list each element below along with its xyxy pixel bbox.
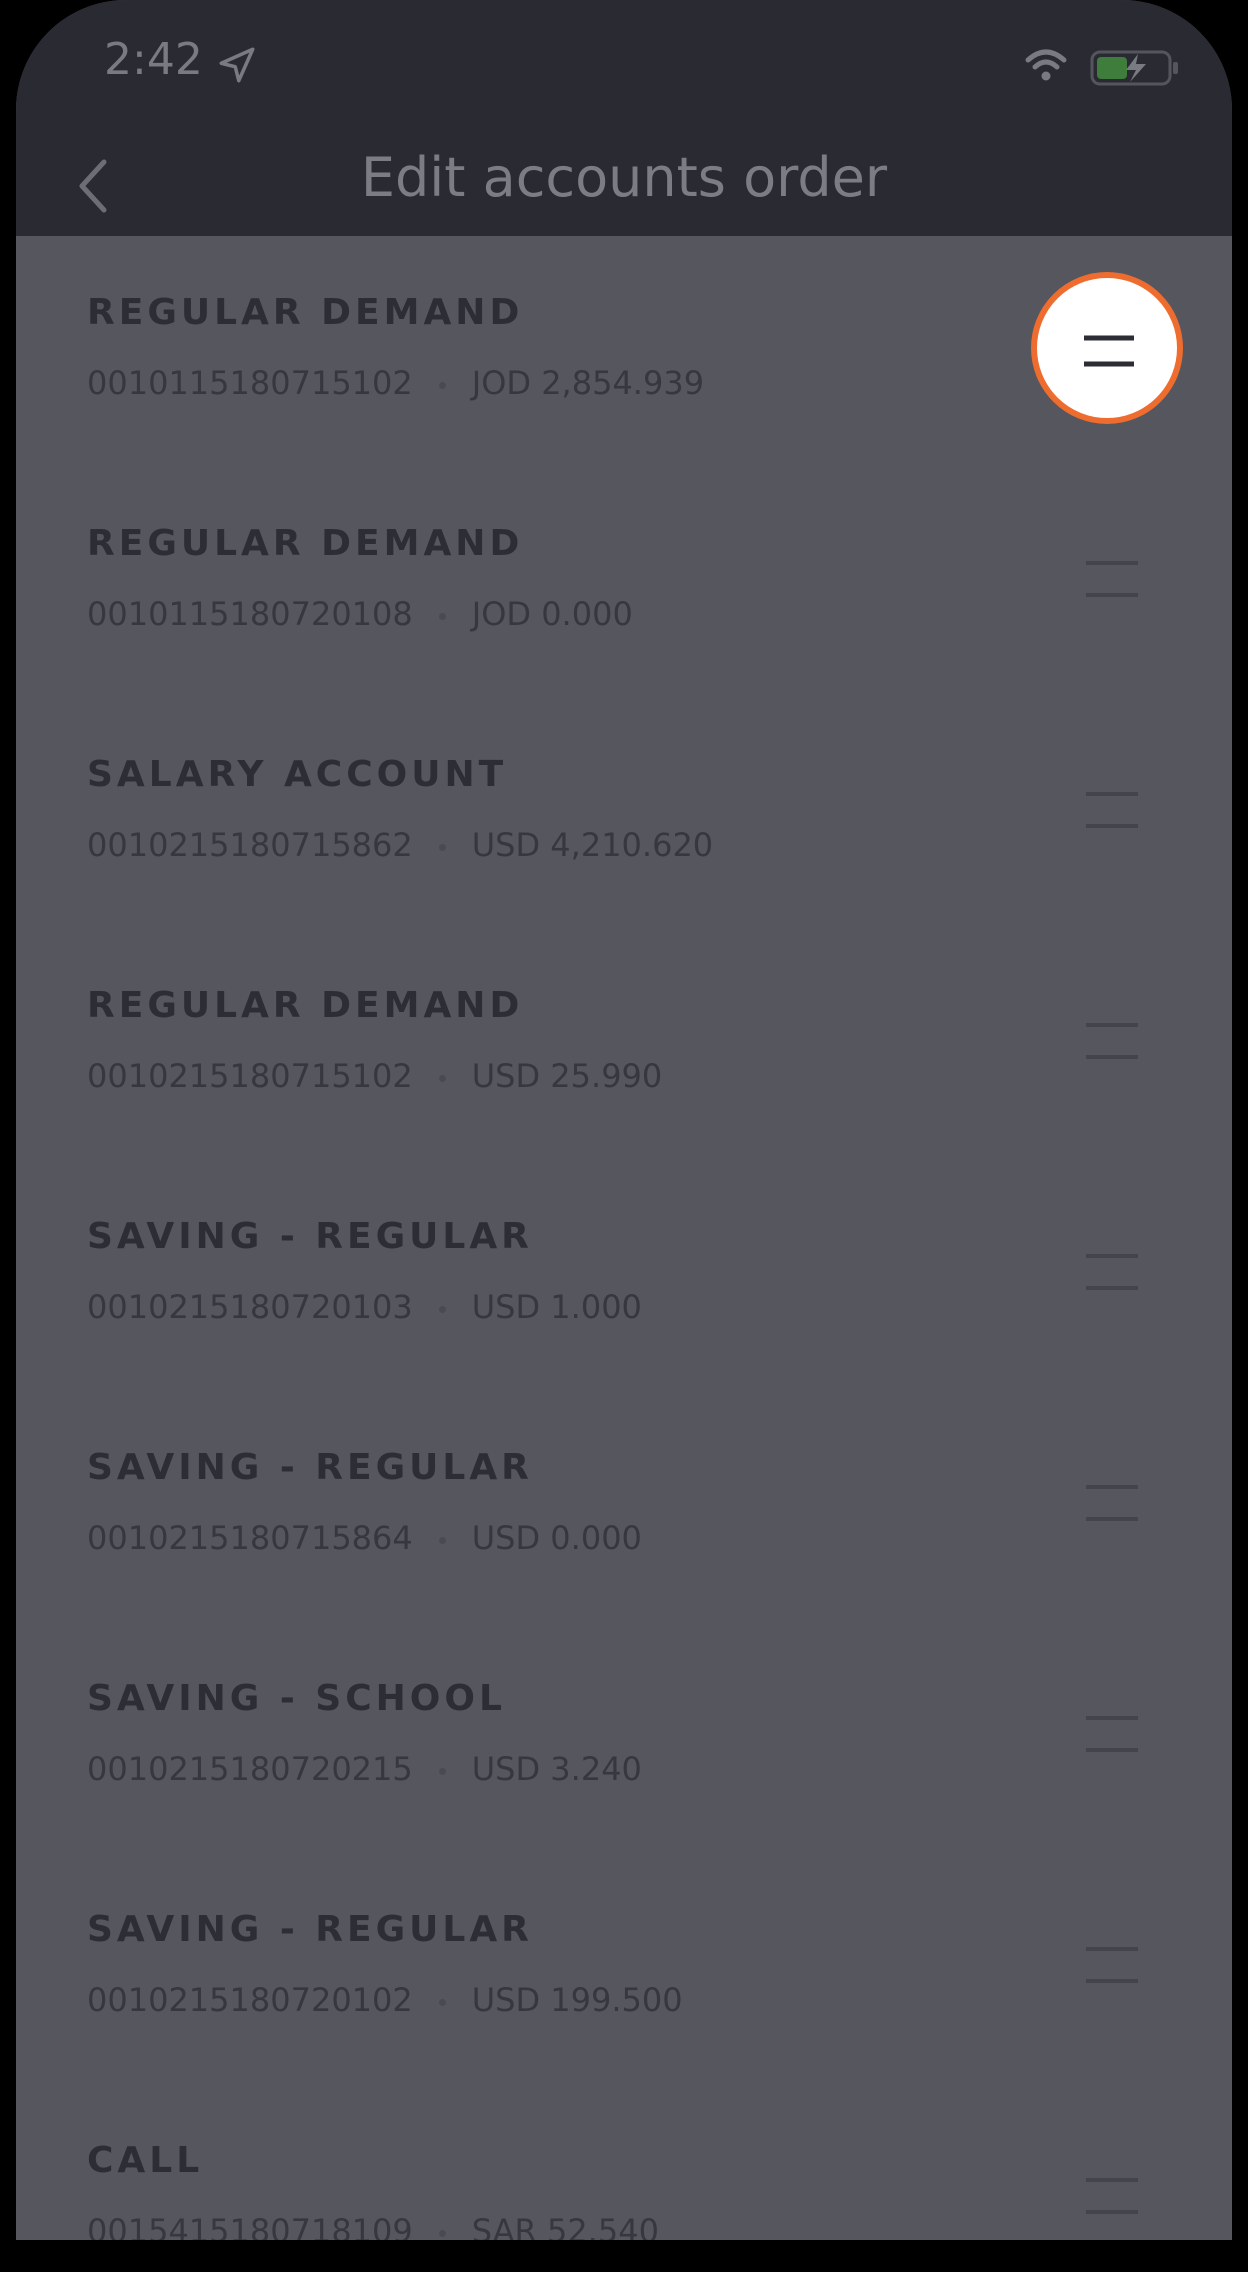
account-name: SAVING - REGULAR (87, 1216, 533, 1257)
separator-dot (438, 2229, 446, 2237)
account-number: 0010215180715862 (87, 826, 413, 864)
account-balance: USD 199.500 (471, 1981, 683, 2019)
account-number: 0010215180720215 (87, 1750, 413, 1788)
account-row[interactable]: REGULAR DEMAND 0010115180720108 JOD 0.000 (16, 467, 1232, 698)
separator-dot (438, 1998, 446, 2006)
accounts-list: REGULAR DEMAND 0010115180715102 JOD 2,854… (16, 236, 1232, 2240)
account-row[interactable]: SALARY ACCOUNT 0010215180715862 USD 4,210… (16, 698, 1232, 929)
separator-dot (438, 1305, 446, 1313)
location-arrow-icon (219, 47, 255, 83)
drag-handle-icon[interactable] (1084, 1945, 1140, 1985)
account-meta: 0010215180715102 USD 25.990 (87, 1057, 662, 1095)
wifi-icon (1025, 49, 1067, 81)
separator-dot (438, 381, 446, 389)
account-balance: USD 1.000 (471, 1288, 642, 1326)
nav-bar: Edit accounts order (16, 120, 1232, 236)
account-number: 0010115180720108 (87, 595, 413, 633)
account-meta: 0015415180718109 SAR 52.540 (87, 2212, 659, 2240)
status-time: 2:42 (104, 34, 203, 85)
account-number: 0010215180715102 (87, 1057, 413, 1095)
account-name: SAVING - SCHOOL (87, 1678, 506, 1719)
account-balance: USD 3.240 (471, 1750, 642, 1788)
account-balance: USD 0.000 (471, 1519, 642, 1557)
separator-dot (438, 1767, 446, 1775)
account-number: 0015415180718109 (87, 2212, 413, 2240)
drag-handle-icon[interactable] (1084, 1021, 1140, 1061)
account-row[interactable]: SAVING - REGULAR 0010215180715864 USD 0.0… (16, 1391, 1232, 1622)
drag-handle-icon[interactable] (1084, 1483, 1140, 1523)
account-number: 0010215180715864 (87, 1519, 413, 1557)
account-meta: 0010215180720103 USD 1.000 (87, 1288, 642, 1326)
drag-handle-icon[interactable] (1084, 559, 1140, 599)
account-row[interactable]: SAVING - REGULAR 0010215180720102 USD 199… (16, 1853, 1232, 2084)
account-name: CALL (87, 2140, 204, 2181)
separator-dot (438, 1536, 446, 1544)
account-balance: JOD 2,854.939 (471, 364, 705, 402)
account-meta: 0010215180720215 USD 3.240 (87, 1750, 642, 1788)
account-row[interactable]: SAVING - REGULAR 0010215180720103 USD 1.0… (16, 1160, 1232, 1391)
account-number: 0010215180720103 (87, 1288, 413, 1326)
account-meta: 0010115180715102 JOD 2,854.939 (87, 364, 704, 402)
account-balance: USD 25.990 (471, 1057, 663, 1095)
account-name: SALARY ACCOUNT (87, 754, 508, 795)
account-meta: 0010215180715862 USD 4,210.620 (87, 826, 713, 864)
drag-handle-icon[interactable] (1084, 1252, 1140, 1292)
battery-charging-icon (1090, 50, 1178, 86)
account-meta: 0010215180720102 USD 199.500 (87, 1981, 683, 2019)
account-number: 0010215180720102 (87, 1981, 413, 2019)
account-name: REGULAR DEMAND (87, 985, 524, 1026)
highlighted-drag-handle[interactable] (1031, 272, 1183, 424)
status-bar: 2:42 (16, 0, 1232, 120)
drag-handle-icon[interactable] (1084, 790, 1140, 830)
account-balance: JOD 0.000 (471, 595, 633, 633)
account-name: REGULAR DEMAND (87, 292, 524, 333)
separator-dot (438, 1074, 446, 1082)
account-meta: 0010115180720108 JOD 0.000 (87, 595, 633, 633)
account-row[interactable]: CALL 0015415180718109 SAR 52.540 (16, 2084, 1232, 2240)
screen: 2:42 Edit accounts order REGULAR DEMAND … (16, 0, 1232, 2240)
account-row[interactable]: REGULAR DEMAND 0010215180715102 USD 25.99… (16, 929, 1232, 1160)
drag-handle-icon[interactable] (1084, 2176, 1140, 2216)
account-name: SAVING - REGULAR (87, 1447, 533, 1488)
separator-dot (438, 612, 446, 620)
account-balance: SAR 52.540 (471, 2212, 659, 2240)
separator-dot (438, 843, 446, 851)
account-balance: USD 4,210.620 (471, 826, 714, 864)
drag-handle-icon[interactable] (1084, 335, 1134, 367)
account-row[interactable]: SAVING - SCHOOL 0010215180720215 USD 3.24… (16, 1622, 1232, 1853)
account-name: SAVING - REGULAR (87, 1909, 533, 1950)
account-number: 0010115180715102 (87, 364, 413, 402)
account-meta: 0010215180715864 USD 0.000 (87, 1519, 642, 1557)
drag-handle-icon[interactable] (1084, 1714, 1140, 1754)
account-name: REGULAR DEMAND (87, 523, 524, 564)
page-title: Edit accounts order (360, 146, 888, 209)
